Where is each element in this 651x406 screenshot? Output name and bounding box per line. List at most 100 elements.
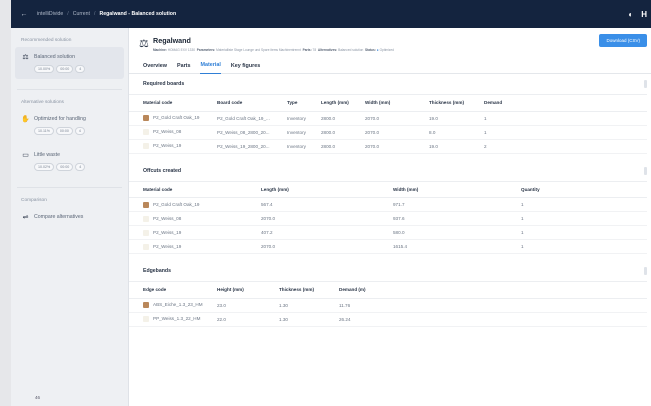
- table-cell: Inventory: [287, 139, 321, 154]
- table-cell: 2070.0: [365, 125, 429, 140]
- table-cell: 2800.0: [321, 111, 365, 126]
- table-cell: 1: [521, 225, 647, 240]
- cell-text: 26.24: [339, 316, 351, 322]
- section-toggle[interactable]: [644, 267, 647, 275]
- meta-value: Materialliste Stage Lounge und Spare ite…: [216, 48, 301, 52]
- table-row[interactable]: P2_Weiss_08 2070.0 937.6 1: [129, 211, 647, 226]
- cell-text: 8.0: [429, 129, 436, 135]
- meta-label: Parameters:: [196, 48, 216, 52]
- offcuts-section: Offcuts created Material code Length (mm…: [129, 161, 651, 254]
- cell-text: P2_Weiss_19: [153, 229, 182, 235]
- cell-text: 23.0: [217, 302, 226, 308]
- tab-key-figures[interactable]: Key figures: [231, 58, 260, 74]
- meta-label: Alternatives:: [317, 48, 338, 52]
- breadcrumb-current[interactable]: Current: [73, 11, 90, 17]
- material-code-cell: P2_Weiss_19: [129, 225, 261, 240]
- tab-parts[interactable]: Parts: [177, 58, 191, 74]
- column-header[interactable]: Type: [287, 95, 321, 112]
- table-cell: 1: [521, 239, 647, 254]
- section-toggle[interactable]: [644, 166, 647, 175]
- job-header: ⚖ Regalwand Machine: HOMAG EXV 1330 Para…: [129, 28, 651, 58]
- column-header[interactable]: Length (mm): [321, 95, 365, 112]
- boards-chip: 4: [75, 163, 86, 171]
- column-header[interactable]: Thickness (mm): [279, 282, 339, 299]
- table-cell: 1.30: [279, 298, 339, 313]
- table-cell: P2_Weiss_08_2800_20...: [217, 125, 287, 140]
- cell-text: 937.6: [393, 216, 405, 221]
- table-cell: 2070.0: [365, 139, 429, 154]
- cell-text: 2070.0: [261, 244, 276, 249]
- waste-chip: 10.00%: [34, 65, 55, 73]
- tab-material[interactable]: Material: [200, 58, 221, 74]
- user-avatar[interactable]: H: [641, 10, 647, 19]
- column-header[interactable]: Thickness (mm): [429, 95, 484, 112]
- column-header[interactable]: Width (mm): [365, 95, 429, 112]
- section-title-text: Edgebands: [143, 268, 171, 274]
- column-header[interactable]: Height (mm): [217, 282, 279, 299]
- table-row[interactable]: P2_Weiss_19 2070.0 1615.4 1: [129, 239, 647, 254]
- column-header[interactable]: Quantity: [521, 181, 647, 198]
- breadcrumb-separator: /: [67, 11, 69, 17]
- cell-text: 2070.0: [365, 115, 380, 121]
- table-row[interactable]: ABS_Eiche_1.3_23_HM 23.0 1.30 11.76: [129, 298, 647, 313]
- main-content: ⚖ Regalwand Machine: HOMAG EXV 1330 Para…: [129, 28, 651, 406]
- table-row[interactable]: P2_Gold Craft Oak_19 567.4 971.7 1: [129, 197, 647, 212]
- tab-overview[interactable]: Overview: [143, 58, 167, 74]
- cell-text: PP_Weiss_1.3_22_HM: [153, 316, 201, 322]
- meta-label: Machine:: [153, 48, 167, 52]
- boards-chip: 4: [75, 65, 86, 73]
- table-cell: 2070.0: [261, 211, 393, 226]
- table-cell: 23.0: [217, 298, 279, 313]
- table-cell: 19.0: [429, 111, 484, 126]
- comparison-heading: Comparison: [21, 198, 47, 203]
- cell-text: 1: [521, 216, 524, 221]
- column-header[interactable]: Edge code: [129, 282, 217, 299]
- bin-icon: ▭: [22, 152, 29, 159]
- column-header[interactable]: Material code: [129, 95, 217, 112]
- cell-text: 19.0: [429, 143, 438, 149]
- meta-value: Optimized: [379, 48, 394, 52]
- cell-text: 971.7: [393, 202, 405, 207]
- column-header[interactable]: Board code: [217, 95, 287, 112]
- table-cell: P2_Gold Craft Oak_19_...: [217, 111, 287, 126]
- cell-text: Inventory: [287, 143, 306, 149]
- material-swatch-icon: [143, 201, 149, 208]
- section-toggle[interactable]: [644, 80, 647, 88]
- cell-text: 2800.0: [321, 115, 336, 121]
- table-row[interactable]: PP_Weiss_1.3_22_HM 22.0 1.30 26.24: [129, 312, 647, 327]
- cell-text: ABS_Eiche_1.3_23_HM: [153, 302, 203, 308]
- cell-text: Inventory: [287, 115, 306, 121]
- cell-text: 2800.0: [321, 143, 336, 149]
- column-header[interactable]: Material code: [129, 181, 261, 198]
- table-cell: 2070.0: [261, 239, 393, 254]
- table-cell: 567.4: [261, 197, 393, 212]
- status-dot-icon: ●: [376, 48, 379, 52]
- solution-card-balanced[interactable]: ⚖ Balanced solution 10.00% 00:00 4: [15, 47, 124, 79]
- material-swatch-icon: [143, 215, 149, 222]
- column-header[interactable]: Demand: [484, 95, 647, 112]
- table-cell: 26.24: [339, 312, 647, 327]
- table-row[interactable]: P2_Weiss_19 P2_Weiss_19_2800_20... Invento…: [129, 139, 647, 154]
- cell-text: 2: [484, 143, 487, 149]
- help-icon[interactable]: ◐: [628, 10, 633, 19]
- column-header[interactable]: Length (mm): [261, 181, 393, 198]
- download-csv-button[interactable]: Download (CSV): [599, 34, 647, 47]
- material-code-cell: ABS_Eiche_1.3_23_HM: [129, 298, 217, 313]
- section-title: Edgebands: [129, 261, 647, 282]
- required-boards-table: Material code Board code Type Length (mm…: [129, 95, 647, 154]
- table-row[interactable]: P2_Weiss_19 407.2 580.0 1: [129, 225, 647, 240]
- material-code-cell: P2_Weiss_19: [129, 139, 217, 154]
- table-header-row: Edge code Height (mm) Thickness (mm) Dem…: [129, 282, 647, 299]
- table-cell: 580.0: [393, 225, 521, 240]
- compare-alternatives-link[interactable]: ⇌ Compare alternatives: [15, 207, 124, 227]
- cell-text: P2_Weiss_19: [153, 243, 182, 249]
- solution-card-little-waste[interactable]: ▭ Little waste 10.02% 00:00 4: [15, 145, 124, 177]
- table-row[interactable]: P2_Weiss_08 P2_Weiss_08_2800_20... Invento…: [129, 125, 647, 140]
- breadcrumb-app[interactable]: intelliDivide: [37, 11, 63, 17]
- column-header[interactable]: Width (mm): [393, 181, 521, 198]
- column-header[interactable]: Demand (m): [339, 282, 647, 299]
- back-arrow-icon[interactable]: ←: [11, 11, 37, 18]
- table-cell: 22.0: [217, 312, 279, 327]
- solution-card-handling[interactable]: ✋ Optimized for handling 10.11% 00:00 4: [15, 109, 124, 141]
- table-row[interactable]: P2_Gold Craft Oak_19 P2_Gold Craft Oak_19…: [129, 111, 647, 126]
